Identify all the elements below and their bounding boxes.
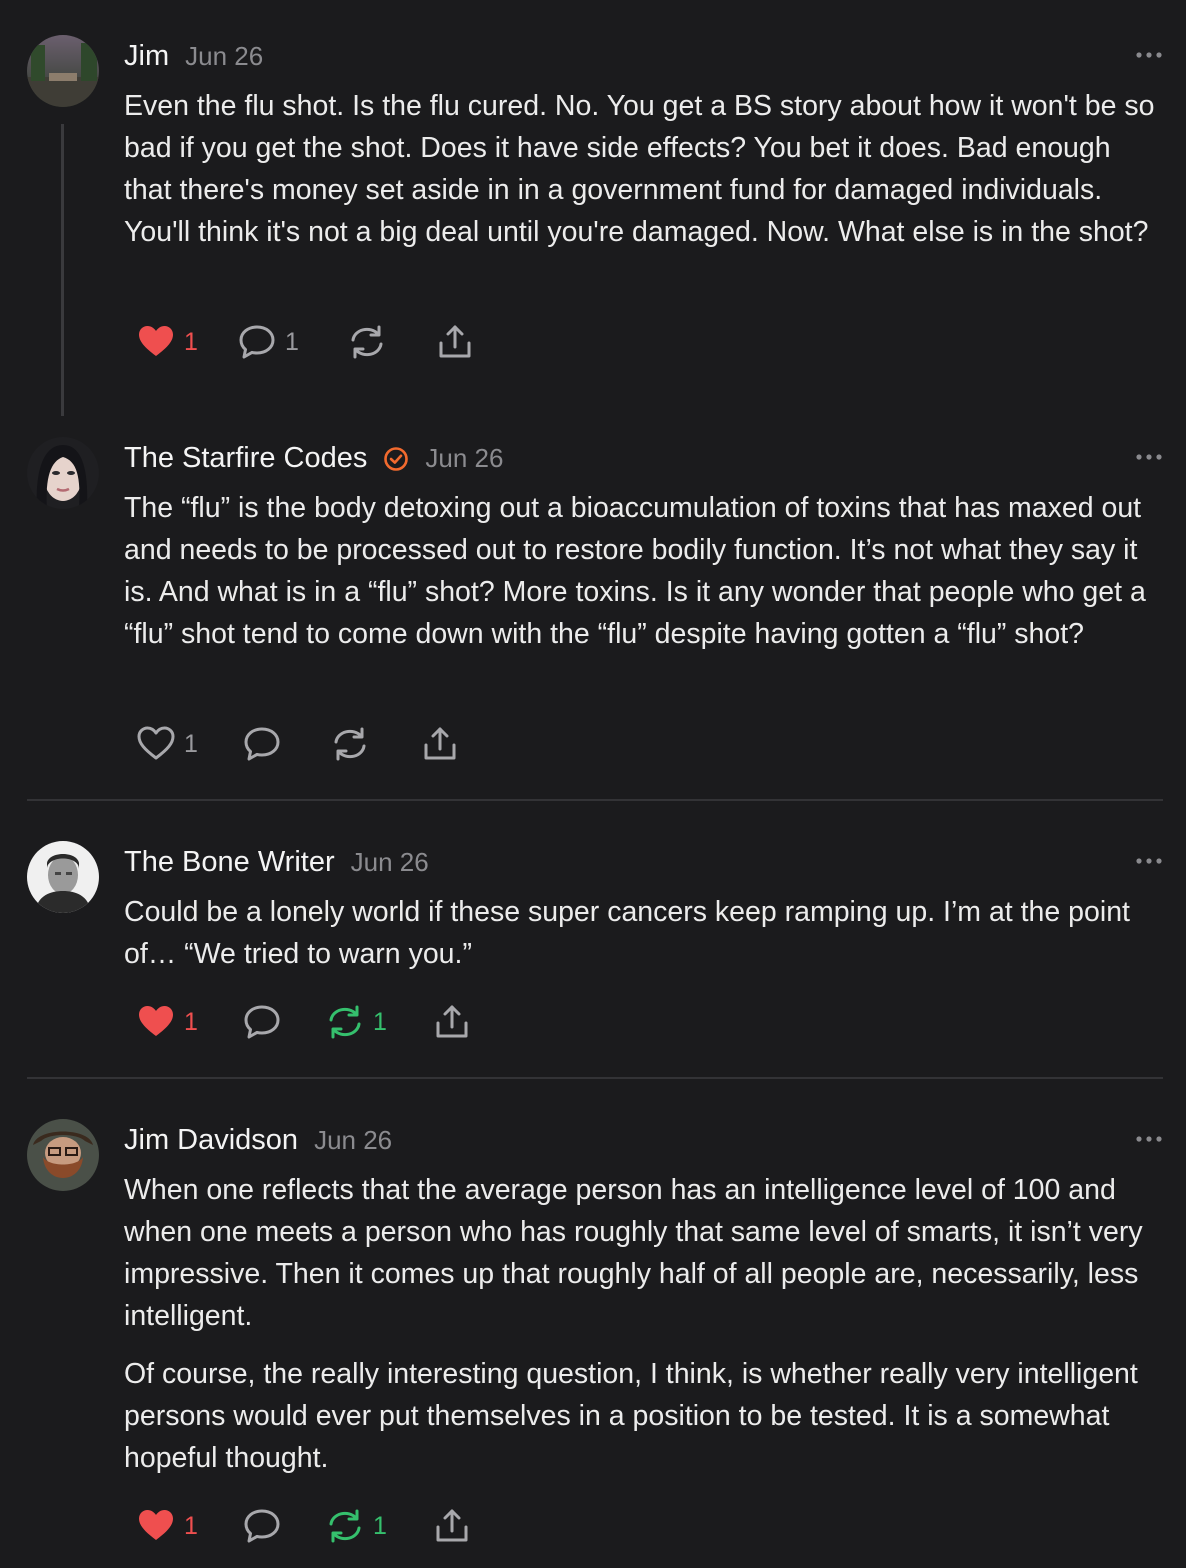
like-button[interactable]: 1 bbox=[136, 1000, 198, 1044]
like-button[interactable]: 1 bbox=[136, 722, 198, 766]
more-options-icon[interactable] bbox=[1134, 1134, 1164, 1144]
avatar-image bbox=[27, 1119, 99, 1191]
like-count: 1 bbox=[184, 327, 198, 356]
author-name[interactable]: The Bone Writer bbox=[124, 846, 335, 879]
comment-bubble-icon bbox=[244, 727, 280, 761]
author-name[interactable]: Jim Davidson bbox=[124, 1124, 298, 1157]
like-count: 1 bbox=[184, 1007, 198, 1036]
like-button[interactable]: 1 bbox=[136, 320, 198, 364]
divider bbox=[27, 1077, 1163, 1079]
comment-bubble-icon bbox=[244, 1509, 280, 1543]
more-options-icon[interactable] bbox=[1134, 452, 1164, 462]
comment-date[interactable]: Jun 26 bbox=[185, 41, 263, 72]
heart-icon bbox=[139, 1006, 173, 1036]
like-button[interactable]: 1 bbox=[136, 1504, 198, 1548]
comment-header: Jim Davidson Jun 26 bbox=[124, 1124, 392, 1157]
thread-line bbox=[61, 124, 64, 416]
restack-icon bbox=[329, 1509, 361, 1543]
restack-count: 1 bbox=[373, 1007, 387, 1036]
comment-body: Even the flu shot. Is the flu cured. No.… bbox=[124, 85, 1164, 269]
comment-bubble-icon bbox=[244, 1005, 280, 1039]
share-button[interactable] bbox=[432, 1504, 472, 1548]
comment-paragraph: Even the flu shot. Is the flu cured. No.… bbox=[124, 90, 1155, 248]
share-button[interactable] bbox=[435, 320, 475, 364]
comment-paragraph: Of course, the really interesting questi… bbox=[124, 1358, 1138, 1474]
like-count: 1 bbox=[184, 729, 198, 758]
comment-header: The Starfire Codes Jun 26 bbox=[124, 442, 503, 475]
more-options-icon[interactable] bbox=[1134, 50, 1164, 60]
share-icon bbox=[424, 727, 456, 760]
comment-bubble-icon bbox=[239, 325, 275, 359]
comment-body: When one reflects that the average perso… bbox=[124, 1169, 1164, 1495]
reply-button[interactable] bbox=[242, 1000, 290, 1044]
author-name[interactable]: Jim bbox=[124, 40, 169, 73]
avatar-image bbox=[27, 35, 99, 107]
comment-paragraph: Could be a lonely world if these super c… bbox=[124, 896, 1130, 970]
divider bbox=[27, 799, 1163, 801]
comment-header: The Bone Writer Jun 26 bbox=[124, 846, 429, 879]
share-icon bbox=[436, 1509, 468, 1542]
restack-button[interactable] bbox=[347, 320, 395, 364]
more-options-icon[interactable] bbox=[1134, 856, 1164, 866]
heart-icon bbox=[139, 326, 173, 356]
reply-button[interactable] bbox=[242, 1504, 290, 1548]
restack-icon bbox=[329, 1005, 361, 1039]
share-icon bbox=[436, 1005, 468, 1038]
reply-button[interactable]: 1 bbox=[237, 320, 299, 364]
avatar-image bbox=[27, 841, 99, 913]
comment-body: Could be a lonely world if these super c… bbox=[124, 891, 1164, 991]
restack-button[interactable]: 1 bbox=[325, 1504, 387, 1548]
restack-count: 1 bbox=[373, 1511, 387, 1540]
restack-button[interactable] bbox=[330, 722, 378, 766]
share-button[interactable] bbox=[420, 722, 460, 766]
comment-body: The “flu” is the body detoxing out a bio… bbox=[124, 487, 1164, 671]
comment-date[interactable]: Jun 26 bbox=[351, 847, 429, 878]
comment-date[interactable]: Jun 26 bbox=[314, 1125, 392, 1156]
restack-button[interactable]: 1 bbox=[325, 1000, 387, 1044]
author-name[interactable]: The Starfire Codes bbox=[124, 442, 367, 475]
restack-icon bbox=[351, 325, 383, 359]
avatar[interactable] bbox=[27, 841, 99, 913]
like-count: 1 bbox=[184, 1511, 198, 1540]
reply-button[interactable] bbox=[242, 722, 290, 766]
share-icon bbox=[439, 325, 471, 358]
reply-count: 1 bbox=[285, 327, 299, 356]
restack-icon bbox=[334, 727, 366, 761]
avatar[interactable] bbox=[27, 35, 99, 107]
comment-paragraph: The “flu” is the body detoxing out a bio… bbox=[124, 492, 1146, 650]
share-button[interactable] bbox=[432, 1000, 472, 1044]
heart-icon bbox=[137, 726, 175, 760]
comment-paragraph: When one reflects that the average perso… bbox=[124, 1174, 1143, 1332]
comment-header: Jim Jun 26 bbox=[124, 40, 263, 73]
heart-icon bbox=[139, 1510, 173, 1540]
avatar-image bbox=[27, 437, 99, 509]
avatar[interactable] bbox=[27, 1119, 99, 1191]
avatar[interactable] bbox=[27, 437, 99, 509]
verified-check-icon bbox=[384, 446, 409, 471]
comment-date[interactable]: Jun 26 bbox=[425, 443, 503, 474]
